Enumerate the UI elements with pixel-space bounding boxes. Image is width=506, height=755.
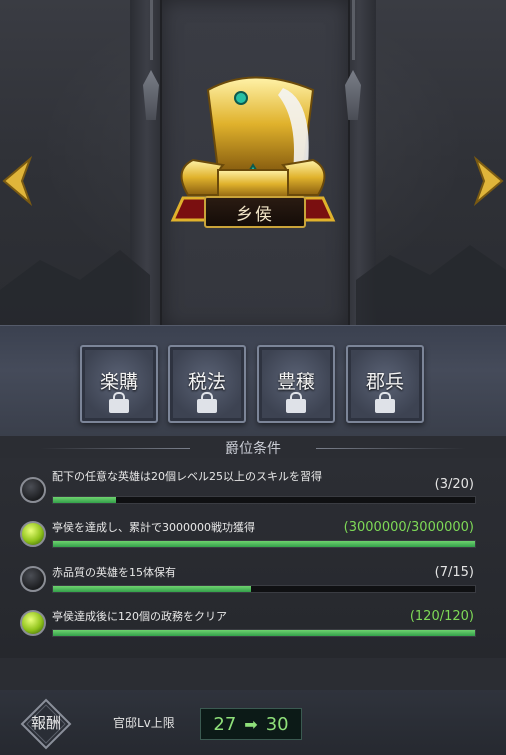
progress-fill — [53, 586, 252, 592]
lock-icon — [109, 392, 129, 413]
previous-rank-arrow[interactable] — [2, 155, 33, 207]
left-chain — [150, 0, 153, 60]
progress-bar — [52, 496, 476, 504]
next-rank-arrow[interactable] — [473, 155, 504, 207]
divider-line-left — [40, 448, 190, 449]
lock-icon — [197, 392, 217, 413]
condition-count: (7/15) — [434, 565, 474, 580]
progress-bar — [52, 540, 476, 548]
status-orb-icon — [20, 477, 46, 503]
reward-label: 報酬 — [30, 714, 61, 732]
divider-line-right — [316, 448, 466, 449]
progress-fill — [53, 630, 475, 636]
policy-label: 税法 — [187, 371, 226, 393]
status-orb-icon — [20, 566, 46, 592]
policy-band — [0, 325, 506, 436]
policy-card-gunpei[interactable]: 郡兵 — [346, 345, 424, 423]
condition-text: 配下の任意な英雄は20個レベル25以上のスキルを習得 — [52, 470, 322, 483]
lock-icon — [375, 392, 395, 413]
policy-card-houjou[interactable]: 豊穣 — [257, 345, 335, 423]
condition-text: 亭侯を達成し、累計で3000000戦功獲得 — [52, 521, 255, 534]
section-title: 爵位条件 — [225, 441, 281, 457]
rank-title: 乡侯 — [204, 196, 306, 228]
chevron-right-icon — [473, 155, 504, 207]
level-cap-value: 27 ➡ 30 — [200, 708, 302, 740]
policy-card-rakukou[interactable]: 楽購 — [80, 345, 158, 423]
policy-card-zeihou[interactable]: 税法 — [168, 345, 246, 423]
level-cap-label: 官邸Lv上限 — [113, 716, 175, 730]
arrow-right-icon: ➡ — [244, 714, 258, 734]
conditions-list — [0, 458, 506, 658]
condition-text: 亭侯達成後に120個の政務をクリア — [52, 610, 227, 623]
condition-count: (3/20) — [434, 477, 474, 492]
level-to: 30 — [265, 713, 289, 735]
level-from: 27 — [213, 713, 237, 735]
policy-label: 豊穣 — [276, 371, 315, 393]
condition-count: (3000000/3000000) — [343, 520, 474, 535]
progress-fill — [53, 541, 475, 547]
status-orb-icon — [20, 521, 46, 547]
progress-bar — [52, 629, 476, 637]
policy-label: 楽購 — [99, 371, 138, 393]
chevron-left-icon — [2, 155, 33, 207]
progress-bar — [52, 585, 476, 593]
condition-text: 赤品質の英雄を15体保有 — [52, 566, 176, 579]
progress-fill — [53, 497, 117, 503]
policy-label: 郡兵 — [365, 371, 404, 393]
conditions-header: 爵位条件 — [0, 438, 506, 460]
status-orb-icon — [20, 610, 46, 636]
lock-icon — [286, 392, 306, 413]
right-chain — [352, 0, 355, 60]
condition-count: (120/120) — [409, 609, 474, 624]
